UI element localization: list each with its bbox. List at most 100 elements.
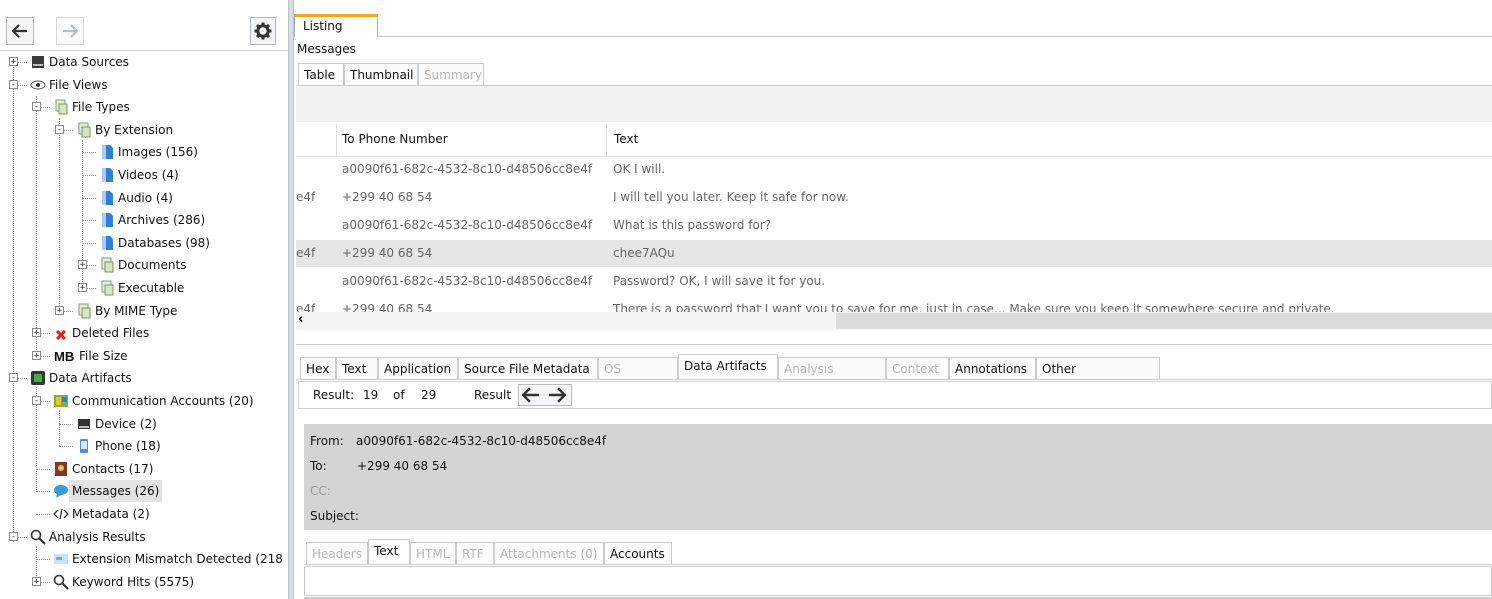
expand-icon[interactable]: + <box>9 57 18 67</box>
tab-other-occurrences[interactable]: Other Occurrences <box>1036 357 1160 398</box>
tab-text[interactable]: Text <box>336 357 378 379</box>
tab-table[interactable]: Table <box>298 63 344 85</box>
tab-analysis-results[interactable]: Analysis Results <box>778 357 886 398</box>
tree-node[interactable]: Extension Mismatch Detected (218 <box>0 548 288 570</box>
table-row[interactable]: a0090f61-682c-4532-8c10-d48506cc8e4f OK I… <box>296 156 1492 183</box>
settings-button[interactable] <box>250 17 276 45</box>
table-row[interactable]: e4f +299 40 68 54 I will tell you later. K… <box>296 184 1492 211</box>
contacts-icon <box>53 461 69 477</box>
msg-tab-attachments-0[interactable]: Attachments (0) <box>494 542 604 564</box>
tree-node[interactable]: + MB File Size <box>0 345 288 367</box>
messages-icon <box>53 483 69 499</box>
tab-os-account[interactable]: OS Account <box>598 357 678 398</box>
tree-node[interactable]: - Communication Accounts (20) <box>0 390 288 412</box>
gear-icon <box>254 22 272 40</box>
msg-tab-rtf[interactable]: RTF <box>456 542 494 564</box>
file-blue-icon <box>99 212 115 228</box>
msg-tab-text[interactable]: Text <box>368 539 410 564</box>
result-of: of <box>393 388 405 402</box>
panel-splitter[interactable] <box>288 0 294 599</box>
msg-tab-headers[interactable]: Headers <box>306 542 368 564</box>
mismatch-icon <box>53 551 69 567</box>
column-header-text[interactable]: Text <box>614 132 638 146</box>
tree-node-label: Communication Accounts (20) <box>72 394 254 408</box>
tree-node-label: Extension Mismatch Detected (218 <box>72 552 283 567</box>
tree-node[interactable]: + Executable <box>0 277 288 299</box>
collapse-icon[interactable]: - <box>9 79 18 89</box>
tree-node[interactable]: - File Views <box>0 74 288 96</box>
tree-node-label: Documents <box>118 258 187 273</box>
expand-icon[interactable]: + <box>32 576 41 586</box>
tree-node[interactable]: - By Extension <box>0 119 288 141</box>
tab-annotations[interactable]: Annotations <box>949 357 1036 379</box>
tree-node[interactable]: + By MIME Type <box>0 300 288 322</box>
tree-node[interactable]: Contacts (17) <box>0 458 288 480</box>
table-row[interactable]: a0090f61-682c-4532-8c10-d48506cc8e4f What… <box>296 212 1492 239</box>
code-icon <box>53 506 69 522</box>
tree-node[interactable]: + Keyword Hits (5575) <box>0 571 288 593</box>
msg-tab-html[interactable]: HTML <box>410 542 456 564</box>
column-header-to-phone-number[interactable]: To Phone Number <box>342 132 448 146</box>
forward-button[interactable] <box>56 17 84 45</box>
tab-thumbnail[interactable]: Thumbnail <box>344 63 418 85</box>
file-types-icon <box>53 99 69 115</box>
tree-node[interactable]: Archives (286) <box>0 209 288 231</box>
from-label: From: <box>310 434 344 448</box>
message-text-area[interactable] <box>304 566 1492 596</box>
collapse-icon[interactable]: - <box>55 124 64 134</box>
to-value: +299 40 68 54 <box>357 459 448 473</box>
tree-node[interactable]: Metadata (2) <box>0 503 288 525</box>
expand-icon[interactable]: + <box>78 283 87 293</box>
tree-node[interactable]: Images (156) <box>0 141 288 163</box>
from-value: a0090f61-682c-4532-8c10-d48506cc8e4f <box>356 434 607 448</box>
tree-node[interactable]: Databases (98) <box>0 232 288 254</box>
file-types-icon <box>76 303 92 319</box>
back-button[interactable] <box>6 17 34 45</box>
tree-node-label: Messages (26) <box>69 480 163 503</box>
tree-node[interactable]: Messages (26) <box>0 480 288 503</box>
collapse-icon[interactable]: - <box>32 102 41 112</box>
expand-icon[interactable]: + <box>55 305 64 315</box>
tree-node-label: Data Sources <box>49 55 129 69</box>
collapse-icon[interactable]: - <box>32 396 41 406</box>
file-blue-icon <box>99 167 115 183</box>
expand-icon[interactable]: + <box>32 328 41 338</box>
tab-context[interactable]: Context <box>886 357 949 379</box>
scrollbar-thumb[interactable] <box>836 313 1492 329</box>
data-artifacts-icon <box>30 370 46 386</box>
collapse-icon[interactable]: - <box>9 373 18 383</box>
horizontal-splitter[interactable] <box>296 344 1492 345</box>
tree-node[interactable]: - File Types <box>0 96 288 118</box>
tab-summary[interactable]: Summary <box>418 63 484 85</box>
scroll-left-icon[interactable]: ‹ <box>298 312 303 327</box>
table-row[interactable]: a0090f61-682c-4532-8c10-d48506cc8e4f Pass… <box>296 268 1492 295</box>
tree-node[interactable]: - Analysis Results <box>0 526 288 548</box>
tree-node[interactable]: Device (2) <box>0 413 288 435</box>
tree-node[interactable]: - Data Artifacts <box>0 367 288 389</box>
tree-node[interactable]: + Deleted Files <box>0 322 288 344</box>
cell-truncated: e4f <box>296 190 316 204</box>
tab-data-artifacts[interactable]: Data Artifacts <box>678 354 778 379</box>
arrow-left-icon <box>12 24 27 38</box>
tree-node[interactable]: + Documents <box>0 254 288 276</box>
result-label: Result: <box>313 388 355 402</box>
tree-node[interactable]: Phone (18) <box>0 435 288 457</box>
tab-listing[interactable]: Listing <box>294 14 378 37</box>
tree-node[interactable]: + Data Sources <box>0 51 288 73</box>
msg-tab-accounts[interactable]: Accounts <box>604 542 672 564</box>
expand-icon[interactable]: + <box>32 350 41 360</box>
tree-node[interactable]: Audio (4) <box>0 187 288 209</box>
expand-icon[interactable]: + <box>78 260 87 270</box>
cell-to-phone-number: +299 40 68 54 <box>342 246 433 260</box>
table-row[interactable]: e4f +299 40 68 54 chee7AQu <box>296 240 1492 267</box>
to-label: To: <box>310 459 327 473</box>
tree-node[interactable]: Videos (4) <box>0 164 288 186</box>
svg-text:MB: MB <box>54 349 74 364</box>
tab-source-file-metadata[interactable]: Source File Metadata <box>458 357 598 379</box>
collapse-icon[interactable]: - <box>9 531 18 541</box>
previous-result-button[interactable] <box>521 387 540 406</box>
tab-hex[interactable]: Hex <box>300 357 336 379</box>
tab-application[interactable]: Application <box>378 357 458 379</box>
next-result-button[interactable] <box>548 387 567 406</box>
phone-icon <box>76 438 92 454</box>
